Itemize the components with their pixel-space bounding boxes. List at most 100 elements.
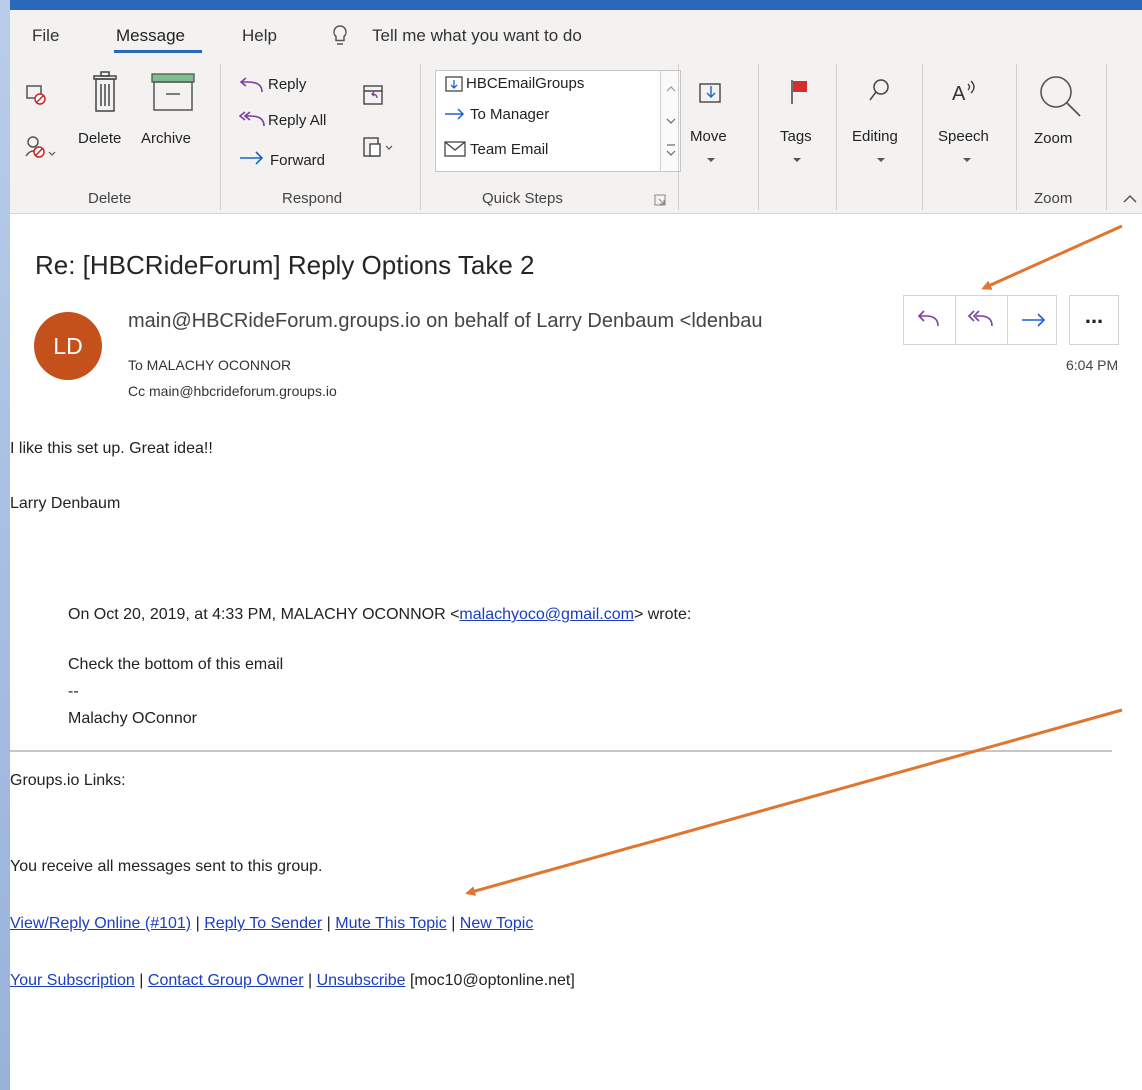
footer-notice: You receive all messages sent to this gr…: [10, 858, 323, 875]
new-topic-link[interactable]: New Topic: [460, 915, 534, 932]
group-divider: [1106, 64, 1107, 210]
group-divider: [1016, 64, 1017, 210]
contact-owner-link[interactable]: Contact Group Owner: [148, 972, 304, 989]
read-aloud-icon: A: [952, 80, 975, 105]
archive-button[interactable]: Archive: [141, 130, 191, 147]
quick-steps-scroll[interactable]: [660, 71, 680, 171]
quick-step-item[interactable]: To Manager: [470, 106, 549, 123]
dialog-launcher-icon[interactable]: [654, 194, 666, 206]
quote-signature: Malachy OConnor: [68, 710, 197, 727]
ribbon: Delete Archive Delete Reply Reply All Fo…: [10, 58, 1142, 214]
envelope-icon: [444, 141, 466, 157]
flag-icon: [791, 80, 807, 104]
menu-file[interactable]: File: [32, 26, 59, 46]
link-separator: |: [326, 915, 331, 932]
search-icon: [869, 79, 889, 101]
quick-steps-gallery: HBCEmailGroups To Manager Team Email: [435, 70, 681, 172]
unsubscribe-link[interactable]: Unsubscribe: [317, 972, 406, 989]
more-actions-button[interactable]: ...: [1069, 295, 1119, 345]
recipient-to: To MALACHY OCONNOR: [128, 357, 292, 373]
quote-dash: --: [68, 683, 79, 700]
reply-icon: [917, 310, 939, 327]
dropdown-caret-icon: [793, 158, 801, 162]
reply-button[interactable]: Reply: [268, 76, 306, 93]
link-separator: |: [451, 915, 456, 932]
quote-header: On Oct 20, 2019, at 4:33 PM, MALACHY OCO…: [68, 606, 691, 624]
menu-message[interactable]: Message: [116, 26, 185, 46]
move-button[interactable]: Move: [690, 128, 727, 145]
dropdown-caret-icon: [877, 158, 885, 162]
zoom-button[interactable]: Zoom: [1034, 130, 1072, 147]
move-icon: [699, 83, 721, 103]
svg-text:A: A: [952, 83, 966, 105]
menu-bar: File Message Help Tell me what you want …: [10, 10, 1142, 58]
reply-all-button[interactable]: Reply All: [268, 112, 326, 129]
quote-body: Check the bottom of this email: [68, 656, 284, 673]
annotation-arrow-top: [981, 224, 1123, 290]
group-divider: [220, 64, 221, 210]
body-signature: Larry Denbaum: [10, 495, 121, 512]
group-divider: [836, 64, 837, 210]
sender-line: main@HBCRideForum.groups.io on behalf of…: [128, 310, 763, 332]
avatar: LD: [34, 312, 102, 380]
reply-action-button[interactable]: [904, 296, 955, 344]
forward-button[interactable]: Forward: [270, 152, 325, 169]
footer-links-row: View/Reply Online (#101) | Reply To Send…: [10, 915, 533, 933]
view-reply-online-link[interactable]: View/Reply Online (#101): [10, 915, 191, 932]
reply-actions: [903, 295, 1057, 345]
forward-action-button[interactable]: [1008, 296, 1059, 344]
reply-all-icon: [967, 310, 993, 327]
quick-step-item[interactable]: Team Email: [470, 141, 548, 158]
group-divider: [678, 64, 679, 210]
group-divider: [758, 64, 759, 210]
email-subject: Re: [HBCRideForum] Reply Options Take 2: [35, 250, 535, 280]
footer-heading: Groups.io Links:: [10, 772, 126, 789]
zoom-group-label: Zoom: [1034, 190, 1073, 207]
delete-trash-icon[interactable]: [90, 70, 120, 116]
forward-icon: [240, 151, 264, 165]
reply-icon: [239, 77, 263, 93]
mute-topic-link[interactable]: Mute This Topic: [335, 915, 446, 932]
reply-to-sender-link[interactable]: Reply To Sender: [204, 915, 322, 932]
group-email-icon: [445, 76, 463, 92]
dropdown-caret-icon: [963, 158, 971, 162]
received-time: 6:04 PM: [1066, 357, 1119, 373]
active-tab-indicator: [114, 50, 202, 53]
lightbulb-icon: [333, 25, 347, 45]
arrow-right-icon: [445, 108, 465, 120]
quote-suffix: > wrote:: [633, 606, 692, 623]
quick-step-item[interactable]: HBCEmailGroups: [466, 75, 584, 92]
quick-steps-label: Quick Steps: [482, 190, 563, 207]
collapse-ribbon-icon[interactable]: [1122, 192, 1138, 204]
more-respond-icon[interactable]: [362, 134, 396, 160]
link-separator: |: [195, 915, 200, 932]
quote-prefix: On Oct 20, 2019, at 4:33 PM, MALACHY OCO…: [68, 606, 460, 623]
ignore-icon[interactable]: [24, 82, 48, 106]
tell-me-search[interactable]: Tell me what you want to do: [372, 26, 582, 46]
cleanup-icon[interactable]: [24, 134, 58, 160]
editing-button[interactable]: Editing: [852, 128, 898, 145]
meeting-reply-icon[interactable]: [362, 82, 384, 106]
archive-icon[interactable]: [150, 72, 196, 112]
recipient-cc: Cc main@hbcrideforum.groups.io: [128, 383, 337, 399]
respond-group-label: Respond: [282, 190, 343, 207]
speech-button[interactable]: Speech: [938, 128, 989, 145]
footer-divider: [10, 750, 1112, 752]
quote-email-link[interactable]: malachyoco@gmail.com: [459, 606, 634, 623]
tags-button[interactable]: Tags: [780, 128, 812, 145]
subscription-link[interactable]: Your Subscription: [10, 972, 135, 989]
menu-help[interactable]: Help: [242, 26, 277, 46]
reply-all-action-button[interactable]: [956, 296, 1007, 344]
link-separator: |: [139, 972, 144, 989]
body-line: I like this set up. Great idea!!: [10, 440, 213, 457]
reply-all-icon: [238, 111, 265, 127]
dropdown-caret-icon: [707, 158, 715, 162]
footer-links-row: Your Subscription | Contact Group Owner …: [10, 972, 575, 990]
group-divider: [420, 64, 421, 210]
title-bar-strip: [0, 0, 1142, 10]
zoom-icon: [1040, 76, 1081, 117]
delete-button[interactable]: Delete: [78, 130, 121, 147]
subscriber-address: [moc10@optonline.net]: [409, 972, 575, 989]
forward-icon: [1022, 313, 1046, 327]
window-edge: [0, 0, 10, 1090]
